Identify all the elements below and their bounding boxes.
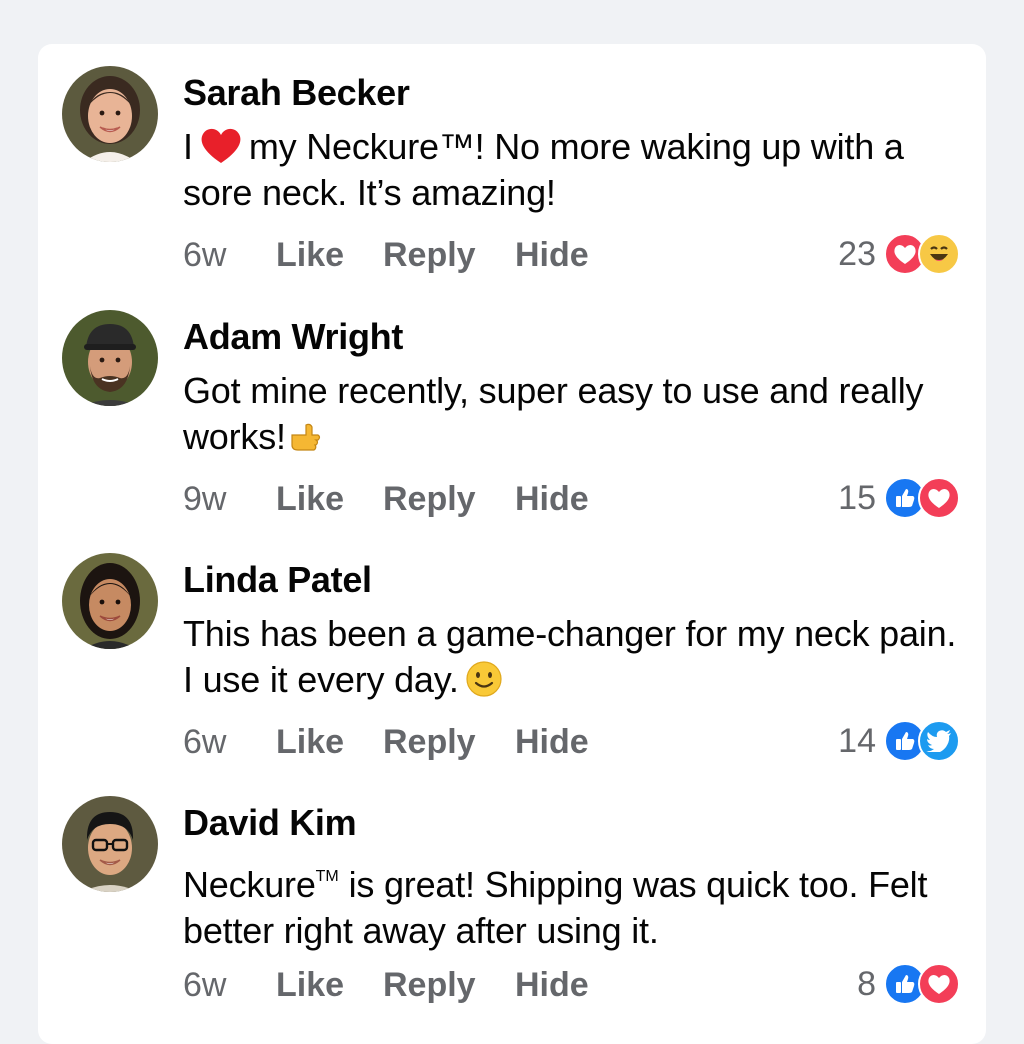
- reaction-count: 23: [838, 234, 876, 273]
- like-button[interactable]: Like: [276, 236, 344, 275]
- trademark-symbol: TM: [315, 868, 339, 885]
- avatar[interactable]: [62, 553, 158, 649]
- reply-button[interactable]: Reply: [383, 480, 476, 519]
- comment-item: Sarah Becker Imy Neckure™! No more wakin…: [38, 44, 986, 287]
- comment-text-part: This has been a game-changer for my neck…: [183, 613, 957, 700]
- comment-text-part: Neckure: [183, 864, 316, 905]
- reply-button[interactable]: Reply: [383, 966, 476, 1005]
- reaction-count: 15: [838, 478, 876, 517]
- avatar[interactable]: [62, 796, 158, 892]
- reaction-summary[interactable]: 23: [838, 232, 960, 276]
- avatar-woman-brown-hair-icon: [62, 66, 158, 162]
- avatar-man-glasses-icon: [62, 796, 158, 892]
- comment-text: This has been a game-changer for my neck…: [183, 611, 973, 703]
- reaction-summary[interactable]: 14: [838, 719, 960, 763]
- comment-author[interactable]: David Kim: [183, 802, 357, 844]
- avatar-man-cap-beard-icon: [62, 310, 158, 406]
- comment-item: David Kim NeckureTM is great! Shipping w…: [38, 774, 986, 1017]
- comments-card: Sarah Becker Imy Neckure™! No more wakin…: [38, 44, 986, 1044]
- comment-item: Adam Wright Got mine recently, super eas…: [38, 288, 986, 531]
- hide-button[interactable]: Hide: [515, 723, 589, 762]
- love-reaction-icon: [918, 963, 960, 1005]
- like-button[interactable]: Like: [276, 723, 344, 762]
- comment-author[interactable]: Sarah Becker: [183, 72, 410, 114]
- avatar-woman-dark-hair-icon: [62, 553, 158, 649]
- like-button[interactable]: Like: [276, 966, 344, 1005]
- reaction-summary[interactable]: 8: [857, 962, 960, 1006]
- reaction-count: 8: [857, 964, 876, 1003]
- comment-text-part: my Neckure™! No more waking up with a so…: [183, 126, 904, 213]
- reply-button[interactable]: Reply: [383, 723, 476, 762]
- comment-item: Linda Patel This has been a game-changer…: [38, 531, 986, 774]
- comment-timestamp[interactable]: 6w: [183, 236, 226, 275]
- comment-text-part: I: [183, 126, 193, 167]
- red-heart-emoji-icon: [199, 125, 243, 165]
- hide-button[interactable]: Hide: [515, 966, 589, 1005]
- comment-timestamp[interactable]: 6w: [183, 723, 226, 762]
- comment-author[interactable]: Linda Patel: [183, 559, 372, 601]
- haha-reaction-icon: [918, 233, 960, 275]
- comment-text: NeckureTM is great! Shipping was quick t…: [183, 854, 973, 954]
- like-button[interactable]: Like: [276, 480, 344, 519]
- reaction-count: 14: [838, 721, 876, 760]
- hide-button[interactable]: Hide: [515, 236, 589, 275]
- twitter-bird-reaction-icon: [918, 720, 960, 762]
- comment-timestamp[interactable]: 9w: [183, 480, 226, 519]
- comment-text: Imy Neckure™! No more waking up with a s…: [183, 124, 973, 216]
- avatar[interactable]: [62, 66, 158, 162]
- reply-button[interactable]: Reply: [383, 236, 476, 275]
- comment-text: Got mine recently, super easy to use and…: [183, 368, 973, 460]
- comment-author[interactable]: Adam Wright: [183, 316, 403, 358]
- love-reaction-icon: [918, 477, 960, 519]
- smiling-face-emoji-icon: [465, 660, 503, 698]
- comment-timestamp[interactable]: 6w: [183, 966, 226, 1005]
- avatar[interactable]: [62, 310, 158, 406]
- reaction-summary[interactable]: 15: [838, 476, 960, 520]
- pointing-hand-emoji-icon: [286, 421, 322, 455]
- hide-button[interactable]: Hide: [515, 480, 589, 519]
